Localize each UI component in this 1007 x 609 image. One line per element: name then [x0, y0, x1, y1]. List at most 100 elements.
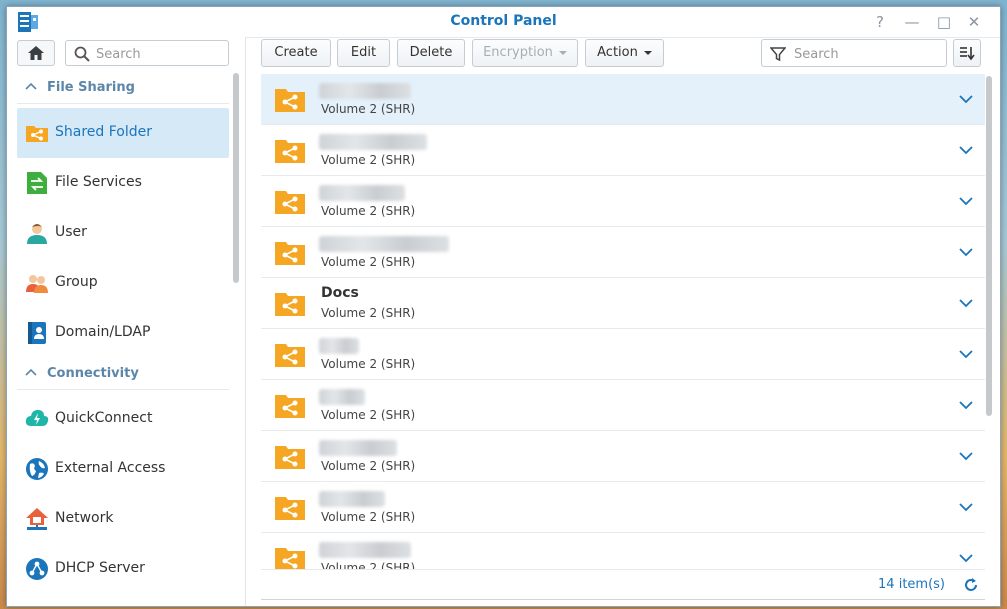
title-bar: Control Panel ? — □ ✕ [7, 7, 1000, 38]
user-icon [27, 224, 47, 244]
folder-location: Volume 2 (SHR) [321, 408, 416, 422]
edit-button[interactable]: Edit [337, 39, 390, 67]
chevron-down-icon[interactable] [959, 144, 973, 156]
folder-location: Volume 2 (SHR) [321, 102, 416, 116]
shared-folder-icon [275, 548, 305, 569]
sidebar-item-dhcp-server[interactable]: DHCP Server [17, 544, 229, 594]
quickconnect-icon [25, 410, 49, 426]
window-title: Control Panel [450, 13, 557, 29]
chevron-down-icon[interactable] [959, 246, 973, 258]
sidebar-item-network[interactable]: Network [17, 494, 229, 544]
external-access-icon [26, 458, 48, 480]
chevron-down-icon[interactable] [959, 501, 973, 513]
control-panel-window: Control Panel ? — □ ✕ File Sharing [6, 6, 1001, 607]
shared-folder-row[interactable]: Docs Volume 2 (SHR) [261, 278, 985, 329]
folder-location: Volume 2 (SHR) [321, 510, 416, 524]
filter-icon [770, 47, 786, 62]
sidebar-item-label: Shared Folder [55, 124, 153, 140]
dropdown-caret-icon [643, 50, 652, 55]
sidebar-search-input[interactable] [94, 43, 226, 65]
encryption-label: Encryption [483, 45, 553, 60]
chevron-down-icon[interactable] [959, 297, 973, 309]
shared-folder-icon [26, 126, 48, 142]
chevron-down-icon[interactable] [959, 195, 973, 207]
sidebar-scrollbar[interactable] [233, 73, 239, 283]
footer-divider [261, 599, 985, 600]
shared-folder-icon [275, 344, 305, 367]
encryption-button[interactable]: Encryption [472, 39, 578, 67]
folder-search-input[interactable] [792, 43, 946, 65]
shared-folder-icon [275, 497, 305, 520]
file-services-icon [27, 172, 47, 194]
sidebar-item-quickconnect[interactable]: QuickConnect [17, 394, 229, 444]
section-connectivity[interactable]: Connectivity [17, 359, 229, 390]
shared-folder-icon [275, 140, 305, 163]
chevron-up-icon [25, 368, 37, 376]
folder-location: Volume 2 (SHR) [321, 255, 416, 269]
shared-folder-row[interactable]: Volume 2 (SHR) [261, 74, 985, 125]
maximize-icon[interactable]: □ [935, 13, 953, 31]
folder-name-redacted [319, 440, 397, 456]
domain-ldap-icon [28, 322, 46, 344]
sidebar-search[interactable] [65, 40, 229, 66]
shared-folder-row[interactable]: Volume 2 (SHR) [261, 227, 985, 278]
list-scrollbar[interactable] [986, 76, 992, 416]
delete-button[interactable]: Delete [397, 39, 465, 67]
minimize-icon[interactable]: — [903, 13, 921, 31]
folder-name: Docs [321, 285, 359, 301]
shared-folder-row[interactable]: Volume 2 (SHR) [261, 176, 985, 227]
shared-folder-row[interactable]: Volume 2 (SHR) [261, 482, 985, 533]
shared-folder-icon [275, 293, 305, 316]
sort-icon [960, 47, 975, 61]
chevron-down-icon[interactable] [959, 450, 973, 462]
dropdown-caret-icon [558, 50, 567, 55]
sidebar-item-file-services[interactable]: File Services [17, 158, 229, 208]
shared-folder-list: Volume 2 (SHR) Volume 2 (SHR) Volume 2 (SH… [261, 74, 985, 569]
sidebar-item-shared-folder[interactable]: Shared Folder [17, 108, 229, 158]
item-count: 14 item(s) [878, 577, 945, 592]
sidebar-item-user[interactable]: User [17, 208, 229, 258]
action-button[interactable]: Action [585, 39, 664, 67]
search-icon [74, 46, 90, 62]
chevron-up-icon [25, 82, 37, 90]
shared-folder-row[interactable]: Volume 2 (SHR) [261, 329, 985, 380]
folder-location: Volume 2 (SHR) [321, 306, 416, 320]
home-button[interactable] [17, 40, 55, 66]
sidebar-item-label: QuickConnect [55, 410, 153, 426]
shared-folder-icon [275, 242, 305, 265]
sidebar-item-label: Network [55, 510, 114, 526]
list-footer: 14 item(s) [261, 569, 985, 600]
folder-name-redacted [319, 134, 427, 150]
sidebar-item-label: File Services [55, 174, 142, 190]
shared-folder-row[interactable]: Volume 2 (SHR) [261, 380, 985, 431]
sidebar-item-label: DHCP Server [55, 560, 145, 576]
chevron-down-icon[interactable] [959, 348, 973, 360]
help-icon[interactable]: ? [871, 13, 889, 31]
create-button[interactable]: Create [261, 39, 331, 67]
action-label: Action [597, 45, 638, 60]
sidebar-item-external-access[interactable]: External Access [17, 444, 229, 494]
network-icon [26, 508, 48, 530]
sidebar-item-label: External Access [55, 460, 166, 476]
sort-button[interactable] [953, 39, 981, 67]
folder-name-redacted [319, 542, 411, 558]
folder-location: Volume 2 (SHR) [321, 561, 416, 569]
sidebar-item-group[interactable]: Group [17, 258, 229, 308]
shared-folder-icon [275, 89, 305, 112]
section-label: File Sharing [47, 80, 135, 95]
folder-name-redacted [319, 83, 411, 99]
close-icon[interactable]: ✕ [965, 13, 983, 31]
chevron-down-icon[interactable] [959, 552, 973, 564]
chevron-down-icon[interactable] [959, 93, 973, 105]
refresh-icon[interactable] [963, 577, 979, 593]
folder-search[interactable] [761, 39, 947, 67]
shared-folder-row[interactable]: Volume 2 (SHR) [261, 125, 985, 176]
sidebar-item-domain-ldap[interactable]: Domain/LDAP [17, 308, 229, 358]
shared-folder-row[interactable]: Volume 2 (SHR) [261, 431, 985, 482]
folder-location: Volume 2 (SHR) [321, 204, 416, 218]
shared-folder-row[interactable]: Volume 2 (SHR) [261, 533, 985, 569]
folder-name-redacted [319, 236, 449, 252]
chevron-down-icon[interactable] [959, 399, 973, 411]
sidebar-item-label: Domain/LDAP [55, 324, 151, 340]
section-file-sharing[interactable]: File Sharing [17, 73, 229, 104]
